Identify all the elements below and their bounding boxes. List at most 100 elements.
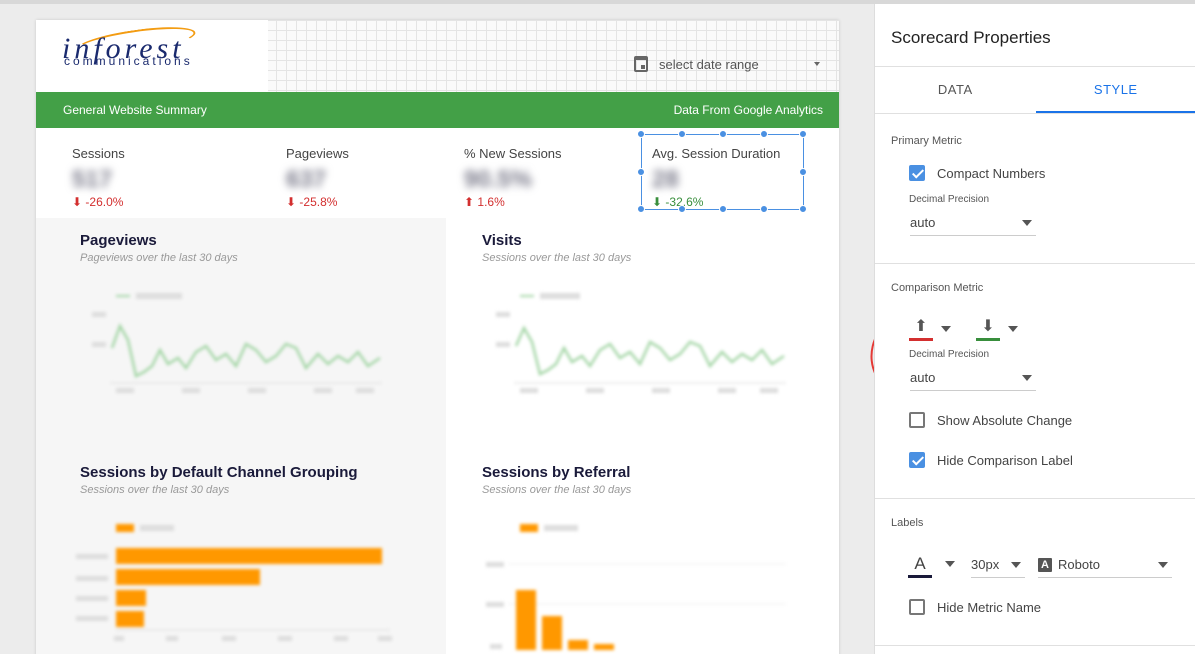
panel-title: Pageviews — [80, 232, 157, 249]
decimal-precision-label: Decimal Precision — [909, 349, 990, 360]
arrow-down-icon: ⬇ — [286, 195, 297, 209]
chevron-down-icon[interactable] — [945, 561, 955, 567]
resize-handle[interactable] — [637, 130, 645, 138]
scorecard-label: Pageviews — [286, 146, 349, 161]
section-divider — [875, 263, 1195, 264]
chevron-down-icon — [1022, 374, 1032, 381]
date-range-picker[interactable]: select date range — [634, 54, 820, 74]
calendar-icon — [634, 56, 648, 72]
arrow-down-icon: ⬇ — [72, 195, 83, 209]
visits-line-chart — [496, 293, 786, 393]
select-value: auto — [910, 215, 936, 230]
panel-title: Sessions by Referral — [482, 464, 631, 481]
channel-grouping-chart-panel[interactable]: Sessions by Default Channel Grouping Ses… — [36, 450, 437, 654]
arrow-down-icon: ⬇ — [981, 318, 995, 335]
scorecard-pageviews[interactable]: Pageviews 637 ⬇ -25.8% — [286, 128, 466, 218]
scorecard-new-sessions[interactable]: % New Sessions 90.5% ⬆ 1.6% — [464, 128, 644, 218]
select-value: auto — [910, 370, 936, 385]
labels-section-label: Labels — [891, 517, 924, 529]
select-value: Roboto — [1058, 557, 1100, 572]
tab-data[interactable]: DATA — [875, 67, 1036, 113]
checkbox-checked-icon — [909, 452, 925, 468]
hide-metric-name-checkbox[interactable]: Hide Metric Name — [909, 599, 1041, 615]
down-arrow-color-picker[interactable]: ⬇ — [976, 318, 1018, 341]
font-family-select[interactable]: A Roboto — [1038, 552, 1172, 578]
down-arrow-color-swatch — [976, 338, 1000, 341]
company-logo[interactable]: inforest communications — [36, 20, 268, 92]
banner-right-text: Data From Google Analytics — [673, 103, 823, 117]
pageviews-line-chart — [92, 293, 382, 393]
properties-tabs: DATA STYLE — [875, 66, 1195, 114]
panel-subtitle: Sessions over the last 30 days — [482, 252, 632, 264]
panel-title: Scorecard Properties — [891, 28, 1051, 47]
section-divider — [875, 645, 1195, 646]
resize-handle[interactable] — [678, 130, 686, 138]
scorecard-delta: ⬇ -26.0% — [72, 195, 124, 209]
report-banner[interactable]: General Website Summary Data From Google… — [36, 92, 839, 128]
resize-handle[interactable] — [799, 168, 807, 176]
scorecard-delta: ⬇ -25.8% — [286, 195, 338, 209]
hide-comparison-label-label: Hide Comparison Label — [937, 452, 1073, 468]
scorecard-sessions[interactable]: Sessions 517 ⬇ -26.0% — [72, 128, 252, 218]
chevron-down-icon — [1022, 219, 1032, 226]
chevron-down-icon — [1008, 326, 1018, 332]
panel-title: Sessions by Default Channel Grouping — [80, 464, 358, 481]
resize-handle[interactable] — [637, 205, 645, 213]
referral-chart-panel[interactable]: Sessions by Referral Sessions over the l… — [446, 450, 839, 654]
panel-subtitle: Sessions over the last 30 days — [80, 484, 230, 496]
chevron-down-icon — [941, 326, 951, 332]
report-header: inforest communications select date rang… — [36, 20, 839, 92]
compact-numbers-checkbox[interactable]: Compact Numbers — [909, 165, 1045, 181]
scorecard-value: 90.5% — [464, 166, 533, 193]
pageviews-chart-panel[interactable]: Pageviews Pageviews over the last 30 day… — [36, 218, 437, 450]
section-divider — [875, 498, 1195, 499]
primary-decimal-precision-select[interactable]: auto — [910, 210, 1036, 236]
show-absolute-change-label: Show Absolute Change — [937, 412, 1073, 428]
report-canvas[interactable]: inforest communications select date rang… — [36, 20, 839, 654]
scorecard-label: Sessions — [72, 146, 125, 161]
panel-subtitle: Sessions over the last 30 days — [482, 484, 632, 496]
chevron-down-icon — [1158, 561, 1168, 568]
comparison-metric-label: Comparison Metric — [891, 282, 984, 294]
logo-sub-text: communications — [64, 54, 193, 68]
chevron-down-icon — [1011, 561, 1021, 568]
font-color-picker[interactable]: A — [908, 554, 932, 578]
hide-comparison-label-checkbox[interactable]: Hide Comparison Label — [909, 452, 1073, 468]
resize-handle[interactable] — [719, 130, 727, 138]
checkbox-checked-icon — [909, 165, 925, 181]
primary-metric-label: Primary Metric — [891, 135, 962, 147]
hide-metric-name-label: Hide Metric Name — [937, 599, 1042, 615]
resize-handle[interactable] — [637, 168, 645, 176]
up-arrow-color-picker[interactable]: ⬆ — [909, 318, 951, 341]
font-size-select[interactable]: 30px — [971, 552, 1025, 578]
scorecard-properties-panel: Scorecard Properties DATA STYLE Primary … — [874, 4, 1195, 654]
panel-title: Visits — [482, 232, 522, 249]
arrow-up-icon: ⬆ — [914, 318, 928, 335]
resize-handle[interactable] — [799, 130, 807, 138]
tab-style[interactable]: STYLE — [1035, 67, 1195, 113]
comparison-decimal-precision-select[interactable]: auto — [910, 365, 1036, 391]
channel-bar-chart — [76, 524, 392, 641]
arrow-up-icon: ⬆ — [464, 195, 475, 209]
date-range-label: select date range — [659, 56, 759, 72]
checkbox-unchecked-icon — [909, 599, 925, 615]
resize-handle[interactable] — [678, 205, 686, 213]
up-arrow-color-swatch — [909, 338, 933, 341]
show-absolute-change-checkbox[interactable]: Show Absolute Change — [909, 412, 1072, 428]
resize-handle[interactable] — [799, 205, 807, 213]
selection-box[interactable] — [637, 130, 807, 213]
font-family-value-wrap: A Roboto — [1038, 557, 1100, 572]
visits-chart-panel[interactable]: Visits Sessions over the last 30 days — [446, 218, 839, 450]
referral-bar-chart — [486, 524, 786, 650]
decimal-precision-label: Decimal Precision — [909, 194, 990, 205]
font-color-a-icon: A — [914, 554, 926, 573]
compact-numbers-label: Compact Numbers — [937, 165, 1046, 181]
resize-handle[interactable] — [760, 205, 768, 213]
font-color-swatch — [908, 575, 932, 578]
resize-handle[interactable] — [760, 130, 768, 138]
select-value: 30px — [971, 557, 1000, 572]
scorecard-delta: ⬆ 1.6% — [464, 195, 505, 209]
resize-handle[interactable] — [719, 205, 727, 213]
scorecard-label: % New Sessions — [464, 146, 562, 161]
panel-subtitle: Pageviews over the last 30 days — [80, 252, 238, 264]
